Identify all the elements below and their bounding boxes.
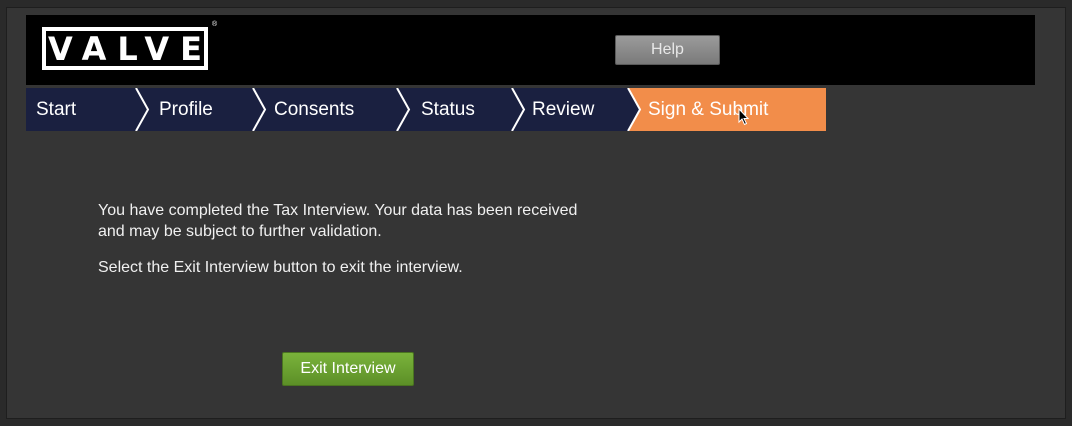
step-start[interactable]: Start: [36, 88, 76, 131]
step-sign-submit[interactable]: Sign & Submit: [648, 88, 768, 131]
valve-logo: VALVE: [42, 27, 208, 70]
exit-interview-button[interactable]: Exit Interview: [282, 352, 414, 386]
help-button[interactable]: Help: [615, 35, 720, 65]
registered-mark: ®: [212, 21, 218, 28]
completion-line-1: You have completed the Tax Interview. Yo…: [98, 202, 578, 219]
step-profile[interactable]: Profile: [159, 88, 213, 131]
logo-text: VALVE: [48, 29, 213, 68]
header-bar: VALVE ® Help: [26, 15, 1035, 85]
exit-instruction: Select the Exit Interview button to exit…: [98, 259, 463, 276]
step-review[interactable]: Review: [532, 88, 594, 131]
mouse-cursor-icon: [738, 108, 750, 126]
step-status[interactable]: Status: [421, 88, 475, 131]
completion-line-2: and may be subject to further validation…: [98, 223, 382, 240]
completion-message: You have completed the Tax Interview. Yo…: [98, 200, 638, 242]
progress-steps: Start Profile Consents Status Review Sig…: [26, 88, 826, 131]
step-consents[interactable]: Consents: [274, 88, 354, 131]
